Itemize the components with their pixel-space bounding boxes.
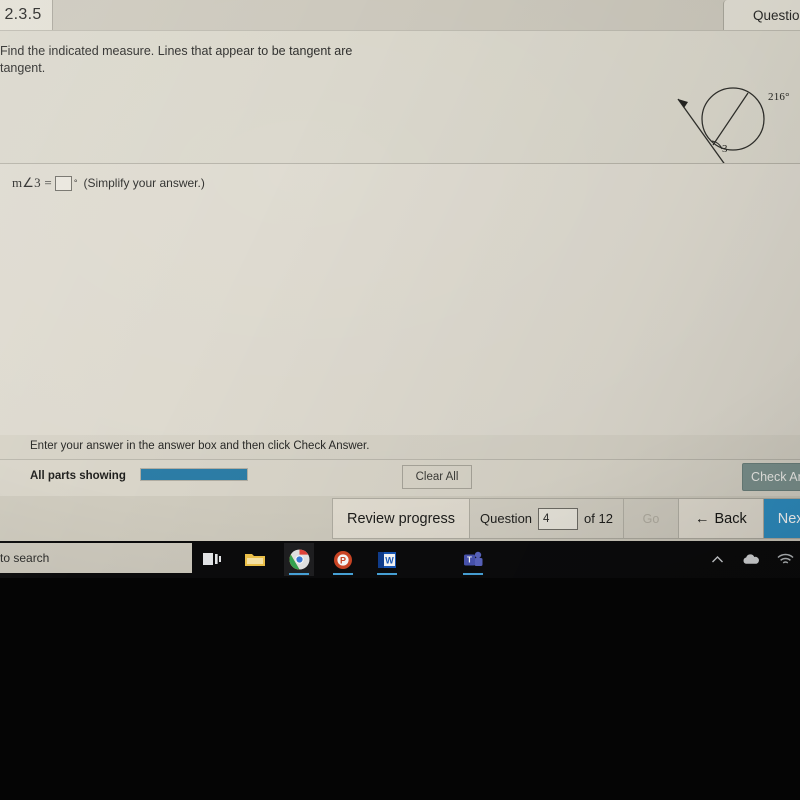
svg-text:P: P bbox=[340, 555, 346, 565]
back-button[interactable]: ← Back bbox=[678, 499, 764, 538]
google-chrome-icon bbox=[289, 549, 309, 570]
taskbar-app-icons: P W T bbox=[240, 543, 488, 576]
parts-bar: All parts showing Clear All Check Answer bbox=[0, 459, 800, 497]
microsoft-teams-icon: T bbox=[463, 551, 482, 566]
off-screen-black-area bbox=[0, 578, 800, 800]
taskbar-item-powerpoint[interactable]: P bbox=[328, 543, 358, 576]
system-tray bbox=[708, 541, 798, 578]
navigation-group: Review progress Question of 12 Go ← Back… bbox=[332, 498, 800, 539]
question-word-label: Question bbox=[480, 511, 533, 526]
question-jump-group: Question of 12 bbox=[470, 499, 624, 538]
simplify-hint: (Simplify your answer.) bbox=[83, 176, 205, 190]
answer-input[interactable] bbox=[54, 175, 72, 191]
tab-strip: 2.3.5 Question bbox=[0, 0, 800, 31]
tab-exercise-id[interactable]: 2.3.5 bbox=[0, 0, 53, 31]
windows-taskbar: to search P W T bbox=[0, 541, 800, 578]
check-answer-button[interactable]: Check Answer bbox=[742, 463, 800, 491]
answer-prompt-label: m∠3 = bbox=[12, 175, 52, 190]
clear-all-button[interactable]: Clear All bbox=[402, 465, 472, 489]
back-arrow-icon: ← bbox=[694, 510, 710, 527]
review-progress-button[interactable]: Review progress bbox=[333, 499, 470, 538]
problem-pane: Find the indicated measure. Lines that a… bbox=[0, 30, 800, 181]
chord-line bbox=[712, 92, 749, 146]
tab-question[interactable]: Question bbox=[723, 0, 800, 30]
wifi-icon[interactable] bbox=[776, 551, 794, 569]
taskbar-item-microsoft-teams[interactable]: T bbox=[458, 543, 488, 576]
task-view-icon[interactable] bbox=[202, 550, 222, 568]
back-button-label: Back bbox=[714, 510, 747, 527]
svg-text:W: W bbox=[385, 555, 394, 565]
math-exercise-window: 2.3.5 Question Find the indicated measur… bbox=[0, 0, 800, 541]
question-number-input[interactable] bbox=[538, 507, 579, 530]
show-hidden-icons-icon[interactable] bbox=[708, 551, 726, 569]
parts-status-label: All parts showing bbox=[30, 470, 126, 482]
screen-area: 2.3.5 Question Find the indicated measur… bbox=[0, 0, 800, 578]
circle-shape bbox=[701, 87, 765, 151]
degree-symbol: ° bbox=[73, 178, 78, 188]
file-explorer-icon bbox=[245, 553, 265, 566]
powerpoint-icon: P bbox=[334, 550, 352, 569]
next-button[interactable]: Next bbox=[763, 499, 800, 538]
onedrive-icon[interactable] bbox=[742, 551, 760, 569]
parts-progress-bar bbox=[140, 468, 248, 481]
go-button[interactable]: Go bbox=[623, 499, 679, 538]
answer-row: m∠3 = ° (Simplify your answer.) bbox=[12, 175, 205, 191]
problem-statement: Find the indicated measure. Lines that a… bbox=[0, 44, 353, 75]
parts-progress-fill bbox=[141, 469, 247, 480]
instruction-text: Enter your answer in the answer box and … bbox=[30, 440, 370, 452]
monitor-photo: 2.3.5 Question Find the indicated measur… bbox=[0, 0, 800, 800]
svg-text:T: T bbox=[467, 555, 472, 564]
angle-number-label: 3 bbox=[722, 143, 728, 155]
arc-measure-label: 216° bbox=[768, 91, 790, 103]
question-total-label: of 12 bbox=[584, 511, 613, 526]
taskbar-item-word[interactable]: W bbox=[372, 543, 402, 576]
taskbar-item-google-chrome[interactable] bbox=[284, 543, 314, 576]
word-icon: W bbox=[378, 551, 396, 568]
taskbar-search-input[interactable]: to search bbox=[0, 543, 192, 573]
taskbar-item-file-explorer[interactable] bbox=[240, 543, 270, 576]
navigation-bar: Review progress Question of 12 Go ← Back… bbox=[0, 496, 800, 541]
answer-pane: m∠3 = ° (Simplify your answer.) bbox=[0, 164, 800, 435]
